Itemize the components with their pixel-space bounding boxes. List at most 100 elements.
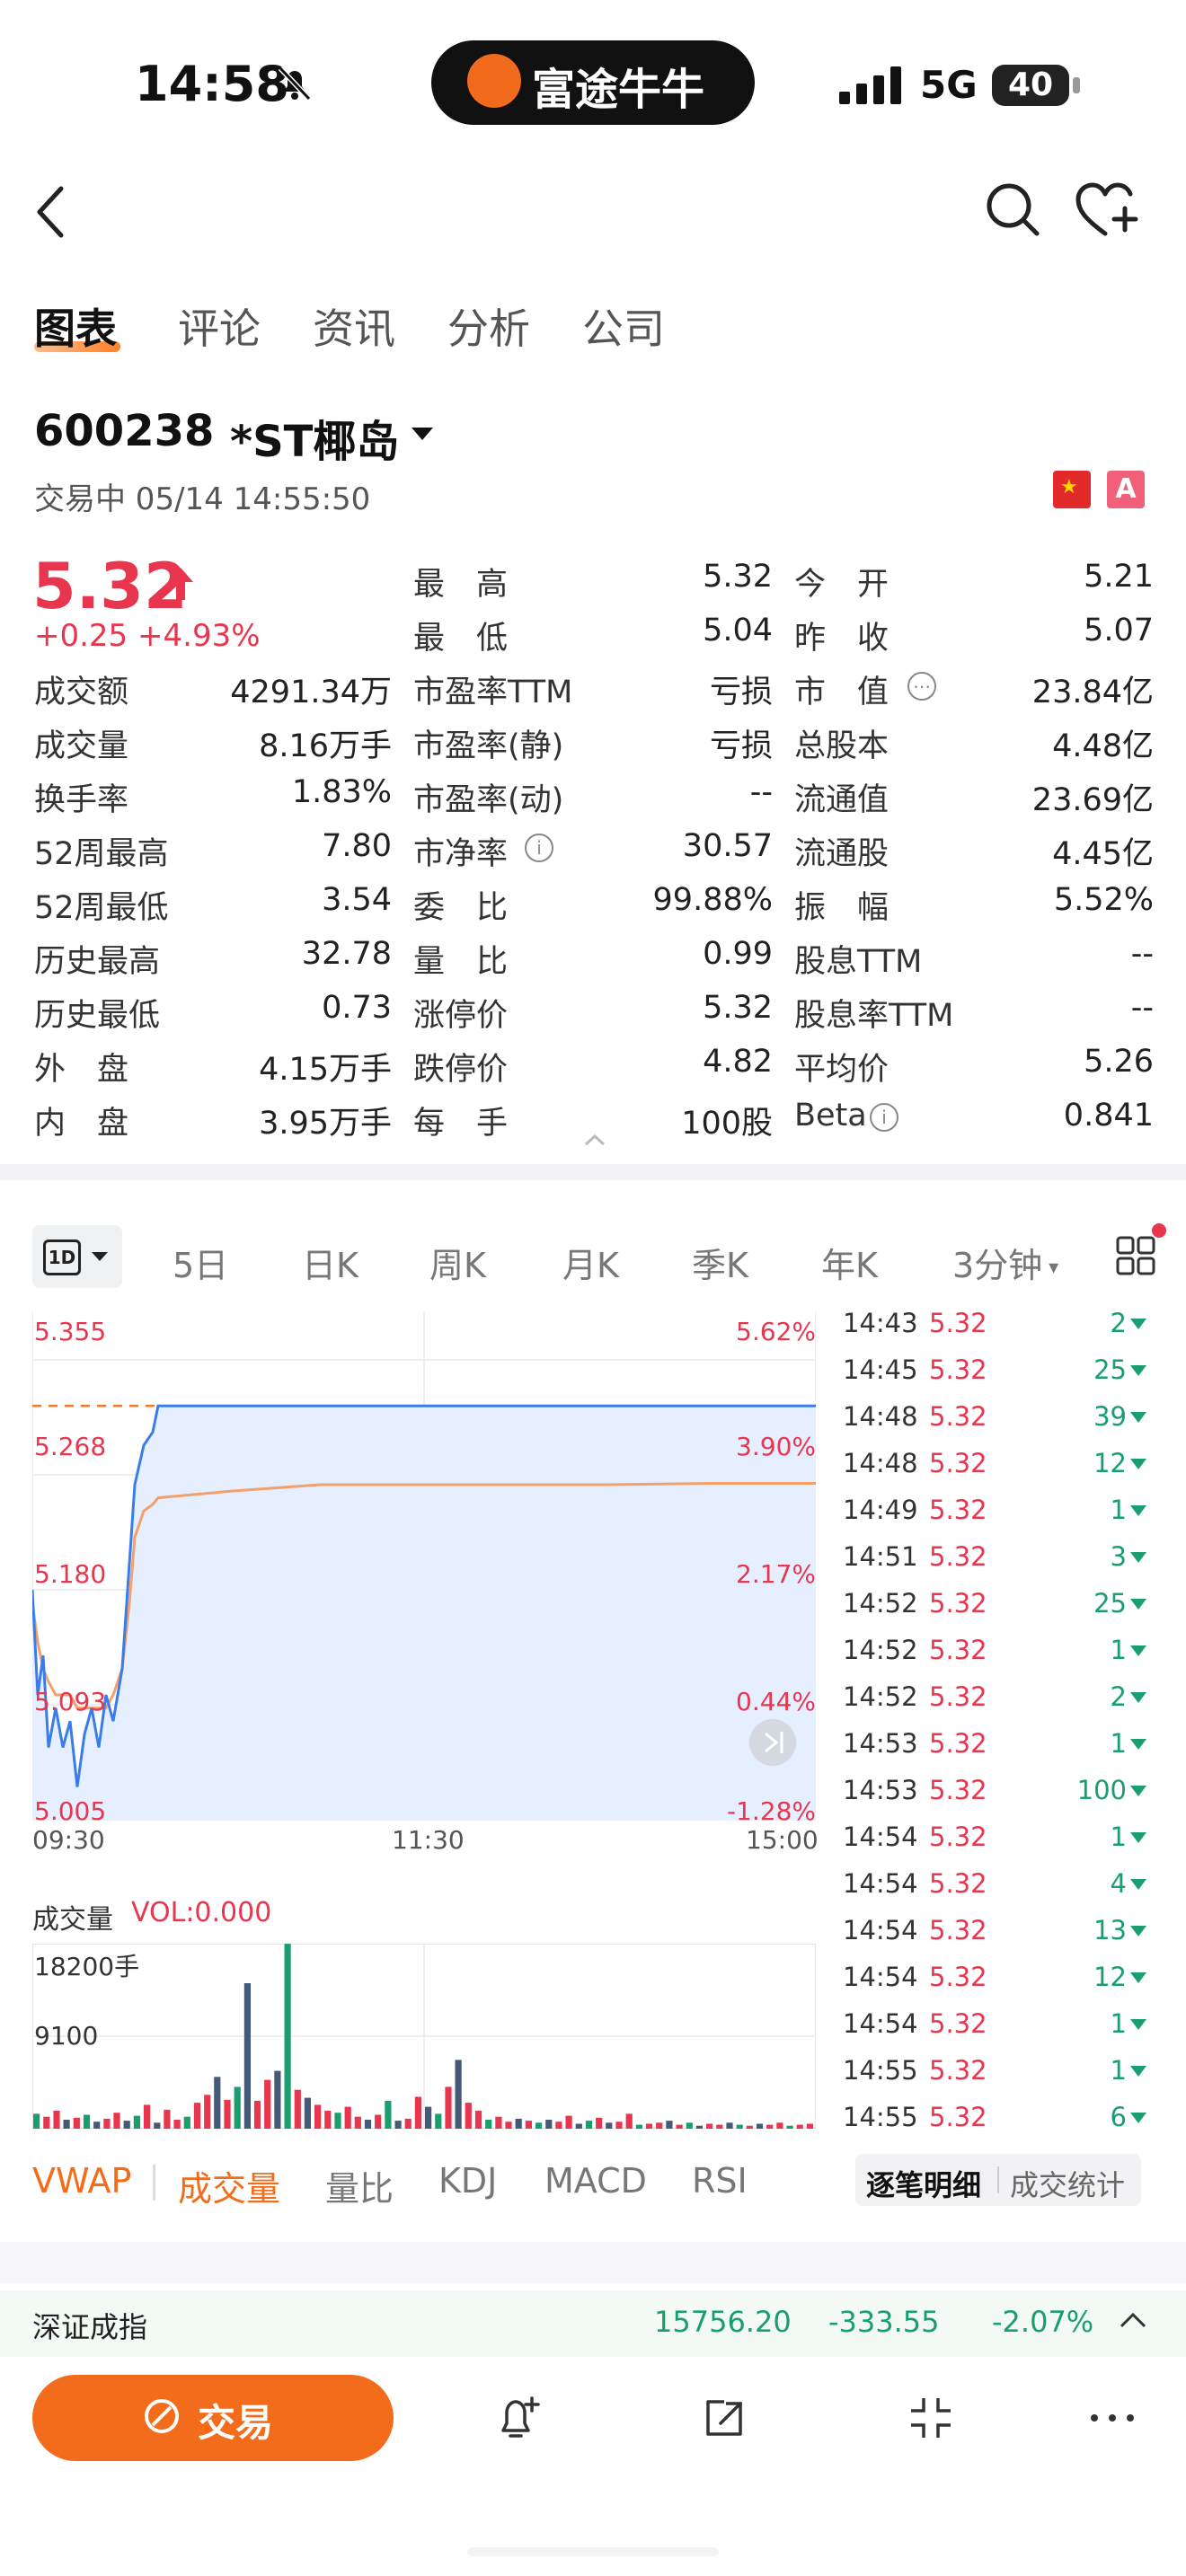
volume-bar [324, 2111, 332, 2129]
y-axis-label-right: 2.17% [736, 1559, 816, 1589]
indicator-volume[interactable]: 成交量 [178, 2161, 280, 2210]
volume-bar [776, 2122, 783, 2129]
more-icon[interactable] [1087, 2393, 1137, 2443]
tab-comments[interactable]: 评论 [178, 296, 261, 356]
period-1d-button[interactable]: 1D [32, 1225, 122, 1288]
trade-button-label: 交易 [198, 2401, 274, 2445]
search-icon[interactable] [983, 180, 1042, 239]
volume-bar [606, 2122, 613, 2129]
tick-volume: 13 [1093, 1915, 1127, 1945]
indicator-rsi[interactable]: RSI [692, 2161, 748, 2201]
indicator-vwap[interactable]: VWAP [32, 2161, 131, 2201]
volume-bar [204, 2095, 211, 2129]
segment-tick-detail[interactable]: 逐笔明细 [866, 2163, 981, 2204]
quote-value: 8.16万手 [259, 728, 392, 764]
price-alert-bell-icon[interactable] [492, 2393, 543, 2443]
volume-bar [445, 2086, 452, 2129]
back-icon[interactable] [32, 183, 68, 241]
tick-time: 14:53 [843, 1728, 918, 1759]
tab-chart[interactable]: 图表 [34, 296, 117, 356]
volume-bar [474, 2111, 482, 2129]
quote-label: 委 比 [413, 890, 509, 926]
volume-axis-mid: 9100 [34, 2021, 99, 2051]
tick-price: 5.32 [929, 1868, 987, 1899]
period-monthly-k[interactable]: 月K [562, 1238, 619, 1287]
expand-up-icon[interactable] [1120, 2312, 1146, 2328]
indicator-kdj[interactable]: KDJ [438, 2161, 497, 2201]
quote-label: 市 值 [794, 675, 890, 710]
tab-news[interactable]: 资讯 [313, 296, 395, 356]
segment-trade-stats[interactable]: 成交统计 [1010, 2163, 1125, 2204]
tick-down-arrow-icon [1130, 2066, 1146, 2077]
tick-down-arrow-icon [1130, 1645, 1146, 1656]
quote-label: 涨停价 [413, 998, 509, 1034]
price-up-arrow-icon [168, 568, 193, 600]
volume-reading: VOL:0.000 [131, 1897, 272, 1928]
quote-value-high: 5.32 [703, 559, 773, 595]
period-yearly-k[interactable]: 年K [821, 1238, 878, 1287]
tick-time: 14:51 [843, 1541, 918, 1572]
volume-bar [414, 2096, 421, 2129]
tick-time: 14:48 [843, 1401, 918, 1432]
volume-bar [465, 2103, 472, 2129]
quote-value: 3.54 [322, 882, 392, 918]
tab-analysis[interactable]: 分析 [447, 296, 530, 356]
collapse-arrow-icon[interactable] [584, 1134, 606, 1146]
fullscreen-collapse-icon[interactable] [906, 2393, 956, 2443]
segment-separator [997, 2166, 999, 2193]
indicator-volume-ratio[interactable]: 量比 [325, 2161, 394, 2210]
tick-price: 5.32 [929, 1775, 987, 1805]
tick-price: 5.32 [929, 1354, 987, 1385]
volume-bar [274, 2070, 281, 2129]
grid-layout-icon[interactable] [1116, 1236, 1155, 1275]
period-5d[interactable]: 5日 [173, 1238, 228, 1287]
indicator-macd[interactable]: MACD [544, 2161, 647, 2201]
tick-volume: 3 [1110, 1541, 1127, 1572]
volume-bar [284, 1944, 291, 2129]
quote-label: 历史最高 [34, 944, 161, 980]
tick-down-arrow-icon [1130, 1459, 1146, 1469]
index-name: 深证成指 [32, 2310, 148, 2344]
china-flag-star: ★ [1060, 476, 1078, 498]
tick-time: 14:52 [843, 1635, 918, 1665]
scroll-to-end-button[interactable] [749, 1719, 796, 1766]
volume-bar [485, 2120, 492, 2129]
tick-time: 14:55 [843, 2055, 918, 2086]
share-icon[interactable] [699, 2393, 749, 2443]
intraday-chart[interactable] [32, 1311, 816, 1823]
volume-bar [144, 2104, 151, 2129]
info-icon[interactable]: i [870, 1103, 898, 1132]
quote-value: 5.32 [703, 990, 773, 1026]
quote-value: 3.95万手 [259, 1106, 392, 1142]
quote-label: 外 盘 [34, 1052, 129, 1088]
tick-down-arrow-icon [1130, 1505, 1146, 1516]
volume-chart[interactable] [32, 1944, 816, 2129]
tick-price: 5.32 [929, 1962, 987, 1992]
quote-value: 100股 [681, 1106, 773, 1142]
quote-value: -- [1130, 936, 1154, 972]
volume-bar [425, 2106, 432, 2129]
period-quarterly-k[interactable]: 季K [692, 1238, 748, 1287]
volume-bar [716, 2124, 723, 2129]
period-weekly-k[interactable]: 周K [429, 1238, 486, 1287]
info-icon[interactable]: i [525, 834, 553, 862]
volume-bar [695, 2125, 703, 2129]
tick-volume: 1 [1110, 2055, 1127, 2086]
tab-company[interactable]: 公司 [582, 296, 665, 356]
stock-switch-dropdown-icon[interactable] [412, 428, 433, 440]
volume-bar [154, 2122, 161, 2129]
period-interval-select[interactable]: 3分钟 ▾ [952, 1238, 1058, 1287]
period-daily-k[interactable]: 日K [302, 1238, 358, 1287]
stock-name[interactable]: *ST椰岛 [230, 406, 399, 469]
x-axis-label: 11:30 [392, 1825, 465, 1855]
volume-bar [73, 2117, 80, 2129]
volume-bar [525, 2121, 532, 2129]
volume-bar [756, 2123, 764, 2129]
more-info-icon[interactable]: ⋯ [907, 672, 936, 701]
tick-volume: 25 [1093, 1354, 1127, 1385]
volume-bar [455, 2060, 462, 2129]
add-favorite-heart-icon[interactable] [1075, 181, 1143, 239]
quote-value: 4.15万手 [259, 1052, 392, 1088]
tick-down-arrow-icon [1130, 1832, 1146, 1843]
volume-bar [394, 2121, 402, 2129]
